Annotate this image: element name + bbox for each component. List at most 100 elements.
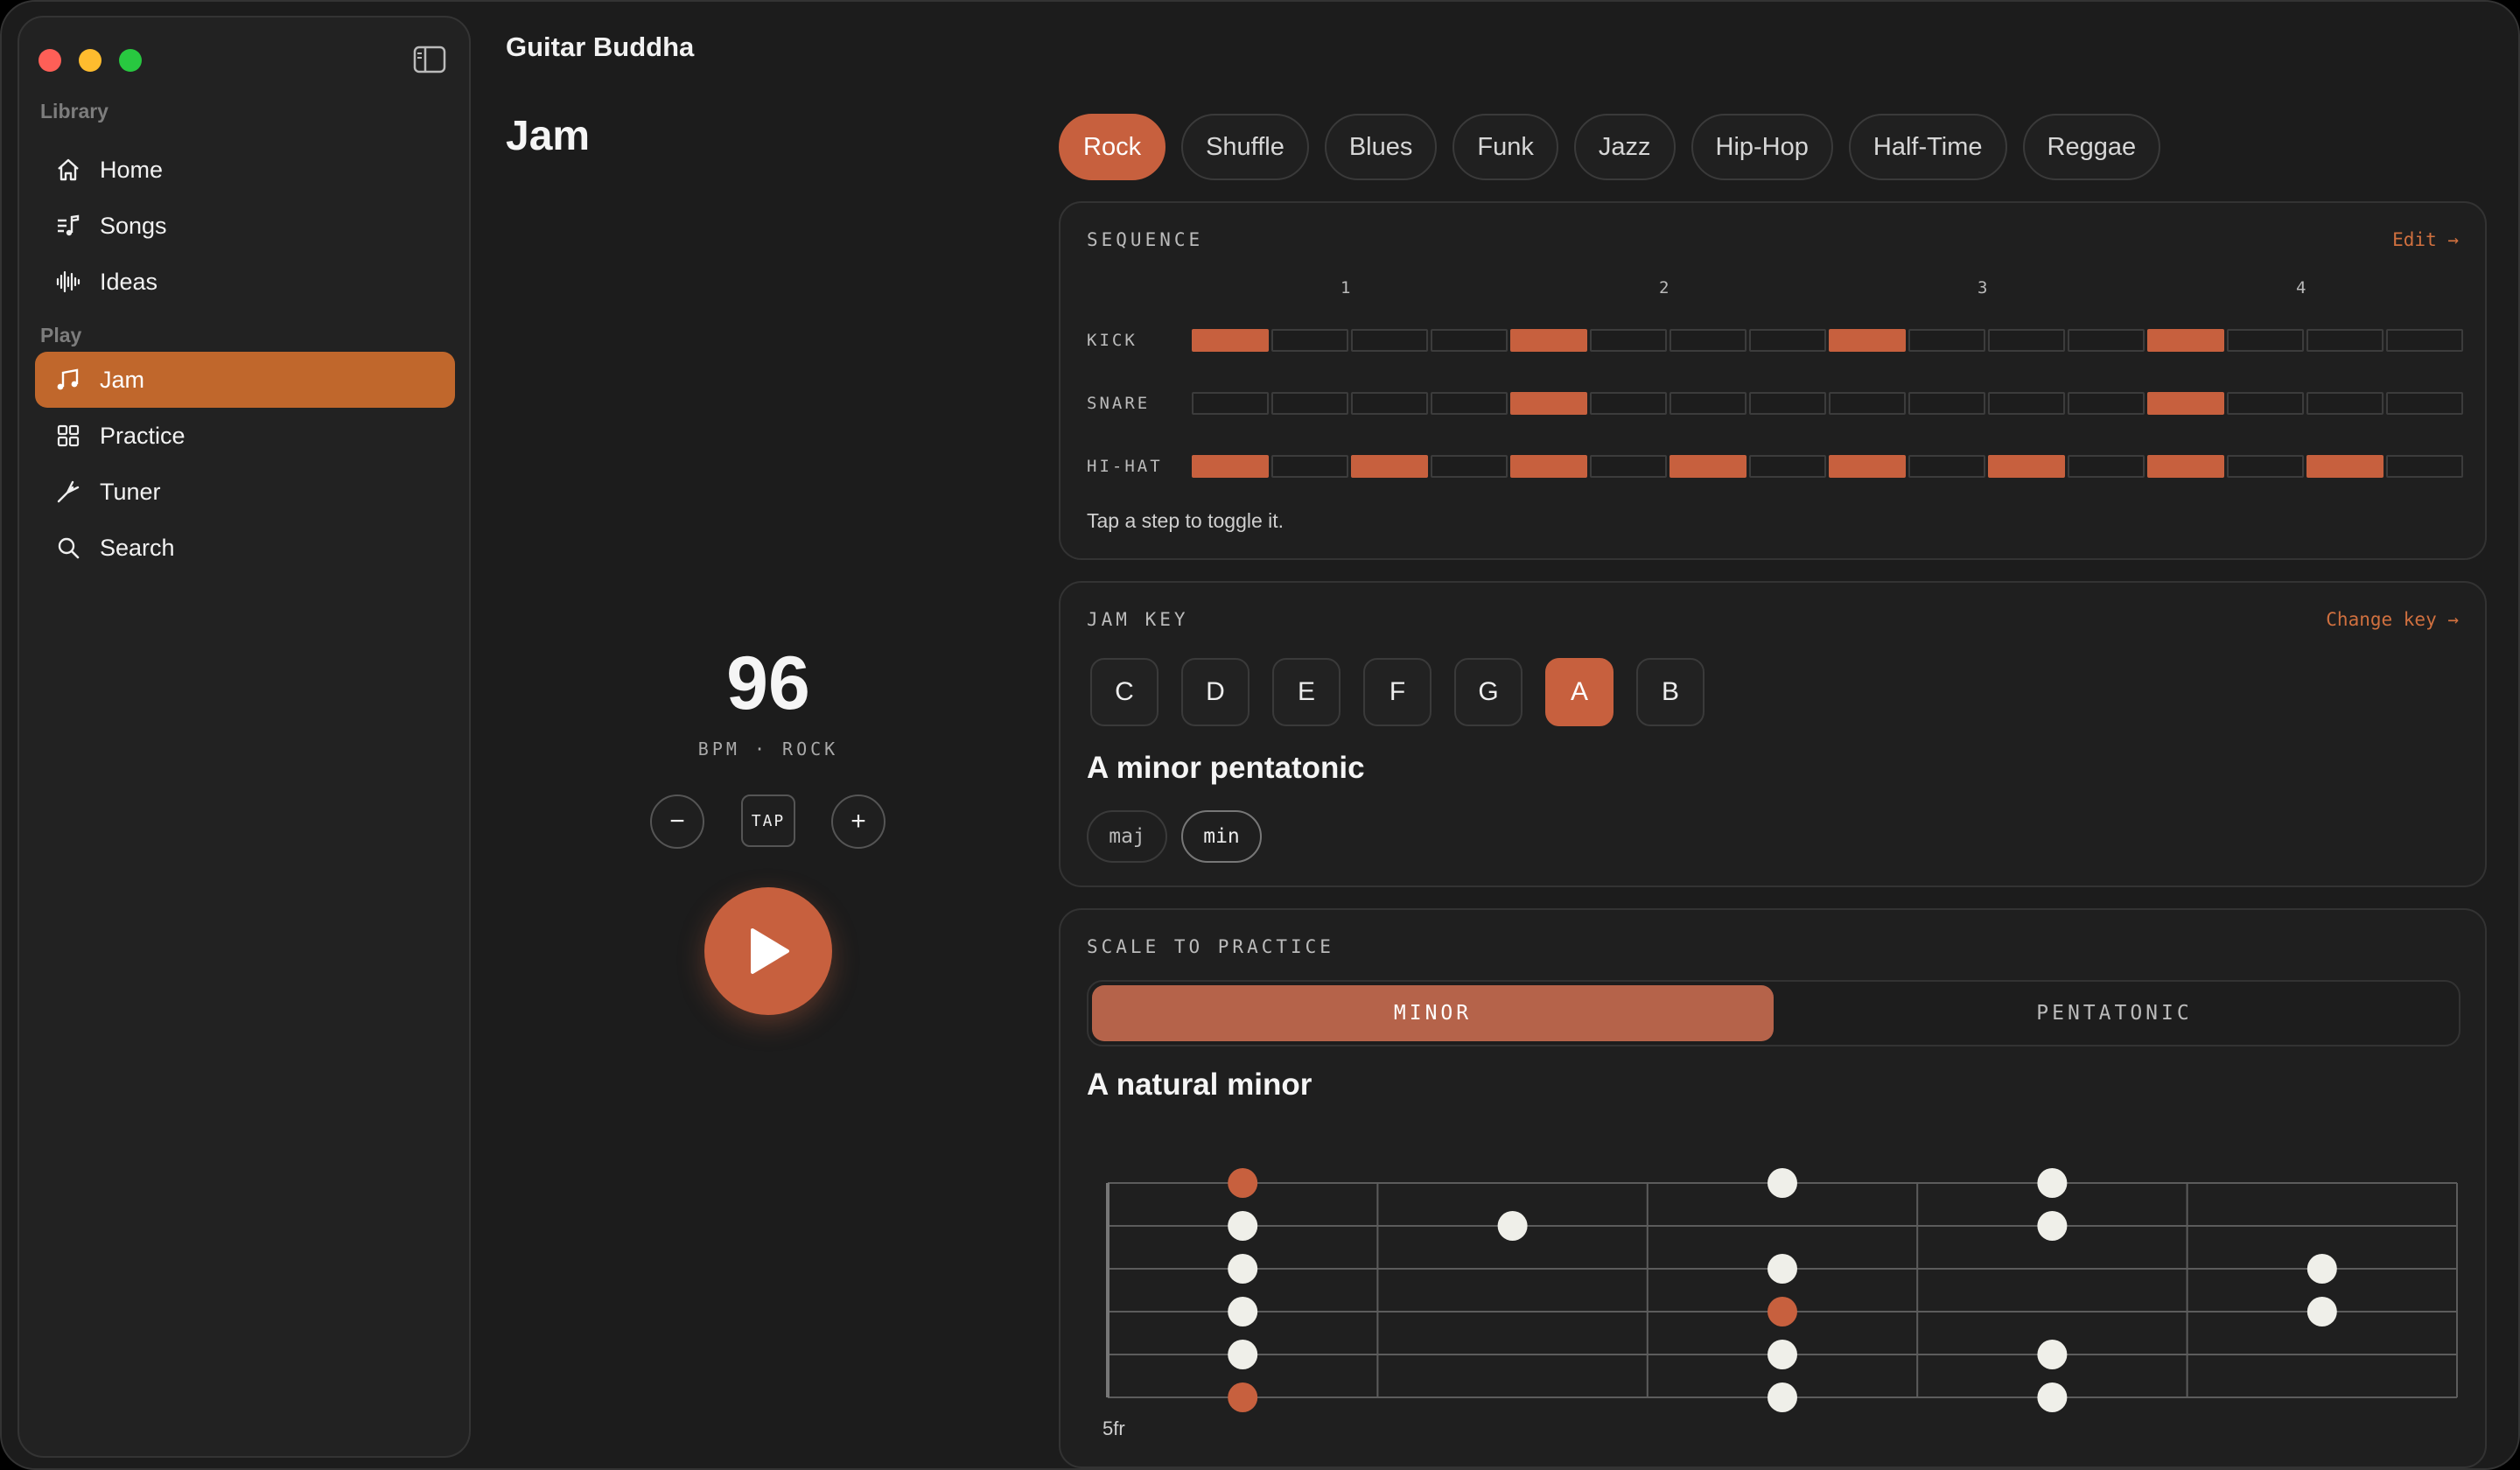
- decrease-tempo-button[interactable]: −: [650, 794, 704, 849]
- scale-option-pentatonic[interactable]: PENTATONIC: [1774, 985, 2455, 1041]
- sidebar-item-songs[interactable]: Songs: [35, 198, 455, 254]
- sidebar: Library Home Songs Ideas Play Jam Practi…: [18, 16, 471, 1458]
- scale-type-segmented-control: MINOR PENTATONIC: [1087, 980, 2460, 1046]
- sequence-step[interactable]: [1351, 392, 1428, 415]
- sidebar-item-search[interactable]: Search: [35, 520, 455, 576]
- sequence-step[interactable]: [1670, 455, 1746, 478]
- sidebar-item-label: Practice: [100, 422, 186, 449]
- sequence-step[interactable]: [1192, 455, 1269, 478]
- scale-note-dot: [1228, 1340, 1258, 1369]
- scale-note-dot: [1768, 1168, 1797, 1198]
- key-button-c[interactable]: C: [1090, 658, 1158, 726]
- key-button-d[interactable]: D: [1181, 658, 1250, 726]
- tap-tempo-button[interactable]: TAP: [741, 794, 795, 847]
- sequence-step[interactable]: [1431, 392, 1508, 415]
- sequence-step[interactable]: [1988, 455, 2065, 478]
- sequence-step[interactable]: [1590, 455, 1667, 478]
- sequence-step[interactable]: [1829, 455, 1906, 478]
- sequence-step[interactable]: [1829, 392, 1906, 415]
- genre-tab-funk[interactable]: Funk: [1452, 114, 1558, 180]
- sequence-step[interactable]: [1829, 329, 1906, 352]
- minimize-window-button[interactable]: [79, 49, 102, 72]
- sequence-step[interactable]: [2306, 392, 2384, 415]
- sidebar-item-home[interactable]: Home: [35, 142, 455, 198]
- sequence-step[interactable]: [1988, 392, 2065, 415]
- sequence-step[interactable]: [2306, 329, 2384, 352]
- beat-number: 3: [1978, 278, 1988, 298]
- sequence-step[interactable]: [1351, 329, 1428, 352]
- sequence-step[interactable]: [1988, 329, 2065, 352]
- search-icon: [58, 537, 80, 559]
- sequence-step[interactable]: [1908, 392, 1985, 415]
- sidebar-toggle-icon[interactable]: [413, 46, 446, 74]
- key-button-b[interactable]: B: [1636, 658, 1704, 726]
- sequence-step[interactable]: [2227, 392, 2304, 415]
- sequence-step[interactable]: [1351, 455, 1428, 478]
- sequence-step[interactable]: [2386, 392, 2463, 415]
- sidebar-item-practice[interactable]: Practice: [35, 408, 455, 464]
- sequence-step[interactable]: [2068, 392, 2145, 415]
- sequence-step[interactable]: [1271, 455, 1348, 478]
- sidebar-item-ideas[interactable]: Ideas: [35, 254, 455, 310]
- mode-chip-maj[interactable]: maj: [1087, 810, 1167, 863]
- increase-tempo-button[interactable]: +: [831, 794, 886, 849]
- sequence-step[interactable]: [1510, 392, 1587, 415]
- key-button-g[interactable]: G: [1454, 658, 1522, 726]
- sequence-step[interactable]: [1908, 455, 1985, 478]
- sequence-step[interactable]: [1749, 329, 1826, 352]
- scale-note-dot: [1228, 1254, 1258, 1284]
- genre-tab-shuffle[interactable]: Shuffle: [1181, 114, 1309, 180]
- sequence-step[interactable]: [1431, 329, 1508, 352]
- library-section-label: Library: [40, 100, 108, 122]
- sequence-step[interactable]: [1431, 455, 1508, 478]
- genre-tab-jazz[interactable]: Jazz: [1573, 114, 1676, 180]
- sequence-row-label: HI-HAT: [1087, 457, 1163, 476]
- key-button-a[interactable]: A: [1545, 658, 1614, 726]
- sequence-step[interactable]: [1670, 392, 1746, 415]
- sequence-step[interactable]: [2147, 392, 2224, 415]
- sequence-step[interactable]: [1749, 455, 1826, 478]
- sequence-step[interactable]: [1908, 329, 1985, 352]
- genre-tabs: Rock Shuffle Blues Funk Jazz Hip-Hop Half-Time…: [1059, 114, 2161, 180]
- sequence-step[interactable]: [1749, 392, 1826, 415]
- sequence-step[interactable]: [1271, 392, 1348, 415]
- sequence-step[interactable]: [2227, 455, 2304, 478]
- sequence-step[interactable]: [1590, 392, 1667, 415]
- sequence-step[interactable]: [1590, 329, 1667, 352]
- change-key-link[interactable]: Change key →: [2326, 609, 2459, 630]
- sequence-step[interactable]: [2068, 329, 2145, 352]
- sequence-step[interactable]: [2306, 455, 2384, 478]
- sequence-step[interactable]: [1510, 329, 1587, 352]
- sequence-step[interactable]: [1192, 329, 1269, 352]
- edit-sequence-link[interactable]: Edit →: [2392, 229, 2459, 250]
- key-button-f[interactable]: F: [1363, 658, 1432, 726]
- sequence-step[interactable]: [2147, 329, 2224, 352]
- sequence-step[interactable]: [2386, 455, 2463, 478]
- sidebar-item-label: Jam: [100, 366, 145, 393]
- genre-tab-hip-hop[interactable]: Hip-Hop: [1690, 114, 1833, 180]
- sequence-step[interactable]: [1271, 329, 1348, 352]
- genre-tab-half-time[interactable]: Half-Time: [1848, 114, 2007, 180]
- scale-note-dot: [2037, 1211, 2068, 1241]
- sequence-step[interactable]: [1192, 392, 1269, 415]
- play-button[interactable]: [704, 887, 832, 1015]
- sequence-step[interactable]: [2386, 329, 2463, 352]
- zoom-window-button[interactable]: [119, 49, 142, 72]
- sequence-step[interactable]: [2227, 329, 2304, 352]
- scale-practice-card: SCALE TO PRACTICE MINOR PENTATONIC A natu…: [1059, 908, 2487, 1468]
- genre-tab-reggae[interactable]: Reggae: [2022, 114, 2161, 180]
- scale-option-minor[interactable]: MINOR: [1092, 985, 1774, 1041]
- genre-tab-blues[interactable]: Blues: [1324, 114, 1438, 180]
- key-button-e[interactable]: E: [1272, 658, 1340, 726]
- mode-chip-min[interactable]: min: [1181, 810, 1262, 863]
- sequence-step[interactable]: [1510, 455, 1587, 478]
- genre-tab-rock[interactable]: Rock: [1059, 114, 1166, 180]
- sequence-step[interactable]: [2147, 455, 2224, 478]
- sidebar-item-jam[interactable]: Jam: [35, 352, 455, 408]
- sequence-step[interactable]: [1670, 329, 1746, 352]
- bpm-caption: BPM · ROCK: [697, 738, 839, 760]
- close-window-button[interactable]: [38, 49, 61, 72]
- music-notes-icon: [57, 368, 79, 390]
- sidebar-item-tuner[interactable]: Tuner: [35, 464, 455, 520]
- sequence-step[interactable]: [2068, 455, 2145, 478]
